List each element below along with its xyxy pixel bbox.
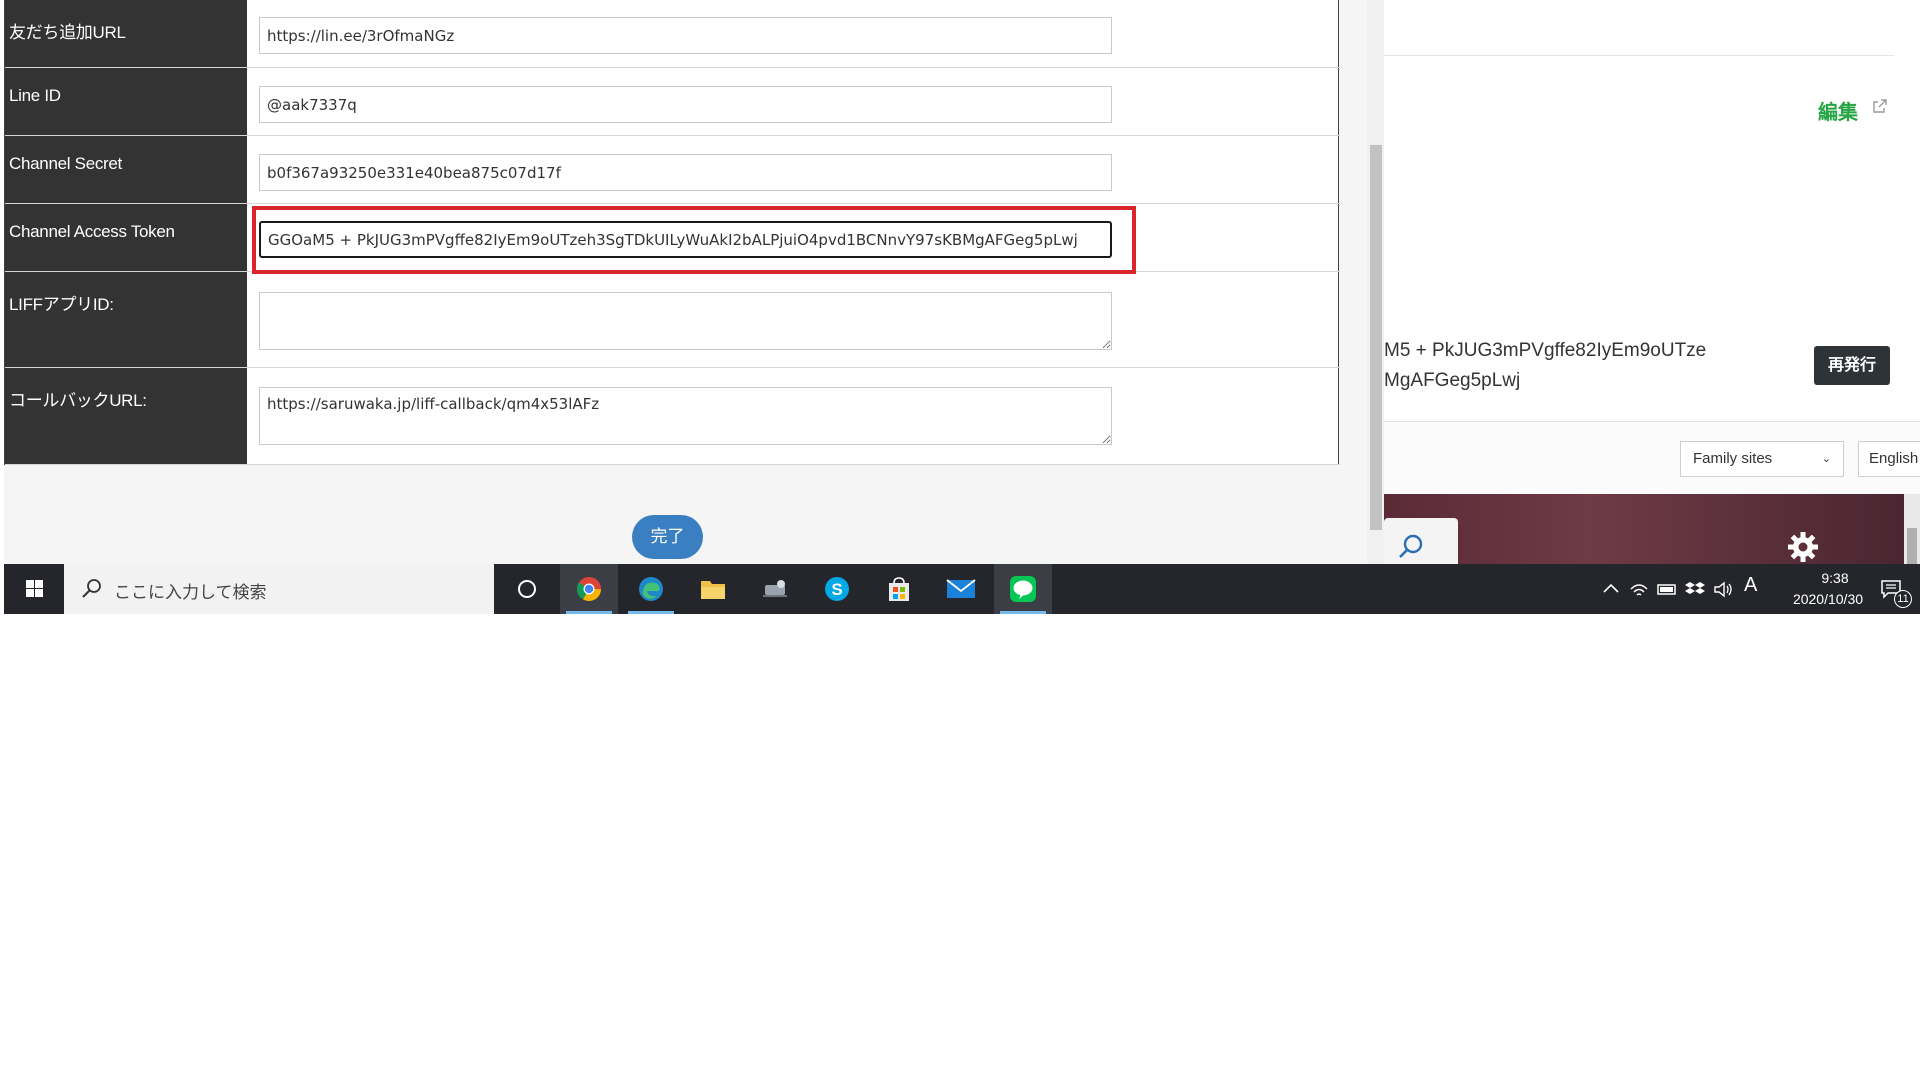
- line-console-window: 編集 M5 + PkJUG3mPVgffe82IyEm9oUTze MgAFGe…: [1384, 0, 1920, 564]
- taskbar-network-tool[interactable]: [746, 564, 804, 614]
- taskbar-edge[interactable]: [622, 564, 680, 614]
- taskbar-search-box[interactable]: ここに入力して検索: [64, 564, 494, 614]
- line-icon: [1010, 576, 1036, 602]
- channel-secret-input[interactable]: [259, 154, 1112, 191]
- screen: 友だち追加URL Line ID Channel Secret Channel …: [0, 0, 1920, 1080]
- callback-url-textarea[interactable]: https://saruwaka.jp/liff-callback/qm4x53…: [259, 387, 1112, 445]
- mail-icon: [946, 579, 976, 598]
- external-link-icon[interactable]: [1872, 98, 1888, 114]
- family-sites-label: Family sites: [1693, 450, 1773, 467]
- right-window-scrollbar[interactable]: [1904, 494, 1920, 564]
- taskbar-file-explorer[interactable]: [684, 564, 742, 614]
- line-id-label: Line ID: [5, 68, 247, 135]
- liff-app-id-textarea[interactable]: [259, 292, 1112, 350]
- channel-secret-label: Channel Secret: [5, 136, 247, 203]
- active-indicator: [1000, 611, 1046, 614]
- edit-link[interactable]: 編集: [1818, 96, 1858, 125]
- reissue-button[interactable]: 再発行: [1814, 346, 1890, 385]
- taskbar-mail[interactable]: [932, 564, 990, 614]
- done-button[interactable]: 完了: [632, 515, 703, 559]
- gear-icon[interactable]: [1786, 530, 1820, 564]
- line-id-input[interactable]: [259, 86, 1112, 123]
- volume-icon[interactable]: [1712, 577, 1734, 601]
- family-sites-dropdown[interactable]: Family sites ⌄: [1680, 441, 1844, 477]
- search-icon: [82, 579, 101, 598]
- left-window-scrollbar[interactable]: [1367, 0, 1384, 564]
- row-liff-app-id: LIFFアプリID:: [5, 272, 1340, 368]
- taskbar-line[interactable]: [994, 564, 1052, 614]
- start-button[interactable]: [4, 564, 64, 614]
- file-explorer-icon: [701, 581, 725, 599]
- chevron-down-icon: ⌄: [1821, 453, 1831, 465]
- taskbar-skype[interactable]: S: [808, 564, 866, 614]
- row-callback-url: コールバックURL: https://saruwaka.jp/liff-call…: [5, 368, 1340, 465]
- edge-icon: [639, 577, 663, 601]
- taskbar-chrome[interactable]: [560, 564, 618, 614]
- network-tool-icon: [763, 580, 787, 597]
- channel-token-text-line-1: M5 + PkJUG3mPVgffe82IyEm9oUTze: [1384, 340, 1707, 361]
- row-friend-add-url: 友だち追加URL: [5, 0, 1340, 68]
- skype-icon: S: [825, 577, 849, 601]
- row-channel-secret: Channel Secret: [5, 136, 1340, 204]
- chevron-up-icon[interactable]: [1600, 577, 1622, 601]
- channel-token-text-line-2: MgAFGeg5pLwj: [1384, 370, 1521, 391]
- cortana-button[interactable]: [498, 564, 556, 614]
- chrome-icon: [577, 577, 601, 602]
- settings-form-window: 友だち追加URL Line ID Channel Secret Channel …: [4, 0, 1384, 564]
- desktop-background: [1384, 494, 1904, 564]
- notification-count-badge: 11: [1894, 590, 1912, 608]
- battery-icon[interactable]: [1656, 577, 1678, 601]
- callback-url-label: コールバックURL:: [5, 368, 247, 464]
- token-highlight-box: [252, 206, 1136, 274]
- clock-date[interactable]: 2020/10/30: [1778, 591, 1878, 607]
- store-icon: [889, 577, 909, 601]
- svg-text:S: S: [831, 580, 842, 599]
- friend-add-url-label: 友だち追加URL: [5, 0, 247, 67]
- divider: [1384, 55, 1894, 56]
- language-dropdown[interactable]: English: [1858, 441, 1920, 477]
- channel-access-token-label: Channel Access Token: [5, 204, 247, 271]
- left-scroll-thumb[interactable]: [1370, 145, 1382, 530]
- taskbar: ここに入力して検索 S A 9:38 2020/10/30 11: [4, 564, 1920, 614]
- taskbar-search-placeholder: ここに入力して検索: [114, 583, 267, 603]
- system-tray: A 9:38 2020/10/30 11: [1584, 564, 1914, 614]
- friend-add-url-input[interactable]: [259, 17, 1112, 54]
- wifi-icon[interactable]: [1628, 577, 1650, 601]
- clock-time[interactable]: 9:38: [1800, 570, 1870, 586]
- search-icon: [1399, 534, 1423, 558]
- taskbar-store[interactable]: [870, 564, 928, 614]
- cortana-icon: [518, 580, 536, 598]
- active-indicator: [566, 611, 612, 614]
- right-scroll-thumb[interactable]: [1907, 528, 1917, 564]
- ime-indicator[interactable]: A: [1744, 574, 1766, 598]
- active-indicator: [628, 611, 674, 614]
- windows-logo-icon: [26, 580, 43, 597]
- liff-app-id-label: LIFFアプリID:: [5, 272, 247, 367]
- row-line-id: Line ID: [5, 68, 1340, 136]
- search-tile[interactable]: [1384, 518, 1458, 564]
- dropbox-icon[interactable]: [1684, 577, 1706, 601]
